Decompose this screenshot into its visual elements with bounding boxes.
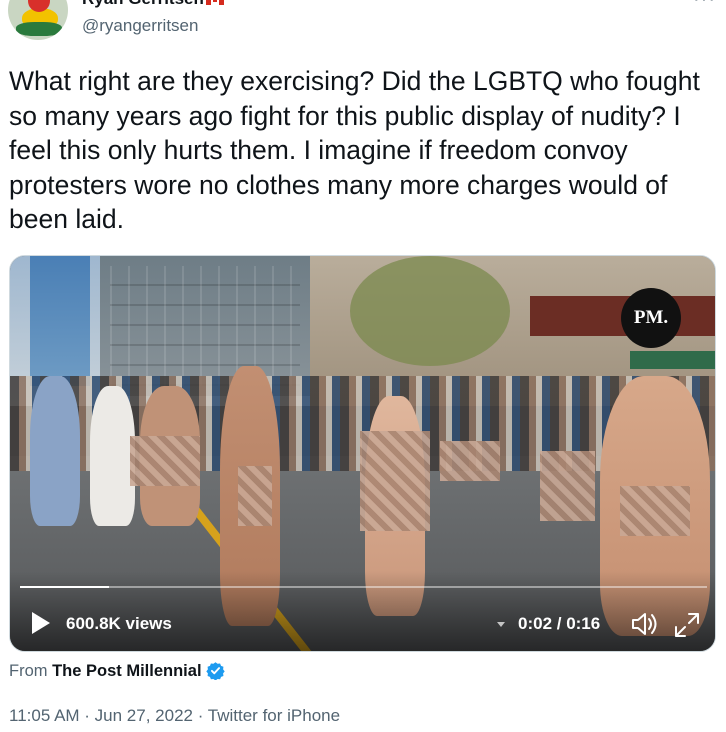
- more-options-icon[interactable]: ···: [693, 0, 716, 11]
- user-handle[interactable]: @ryangerritsen: [82, 16, 198, 36]
- canada-flag-icon: [205, 0, 224, 5]
- video-frame-building: [100, 256, 310, 396]
- pixelation-censor: [360, 431, 430, 531]
- tweet-timestamp[interactable]: 11:05 AM · Jun 27, 2022 · Twitter for iP…: [9, 706, 340, 726]
- video-progress-fill: [20, 586, 110, 588]
- avatar-art: [16, 22, 62, 36]
- tweet-text: What right are they exercising? Did the …: [9, 66, 700, 234]
- video-player[interactable]: PM. 600.8K views 0:02 / 0:16: [9, 255, 716, 652]
- pixelation-censor: [130, 436, 200, 486]
- pixelation-censor: [440, 441, 500, 481]
- tweet-source: From The Post Millennial: [9, 661, 225, 681]
- avatar[interactable]: [8, 0, 68, 40]
- fullscreen-icon[interactable]: [674, 612, 700, 638]
- view-count: 600.8K views: [66, 614, 172, 633]
- tweet-header: Ryan Gerritsen @ryangerritsen ···: [0, 0, 726, 56]
- video-frame-tree: [350, 256, 510, 366]
- pixelation-censor: [540, 451, 595, 521]
- display-name-text: Ryan Gerritsen: [82, 0, 204, 8]
- volume-icon[interactable]: [630, 612, 658, 636]
- video-frame-awning: [630, 351, 715, 369]
- display-name[interactable]: Ryan Gerritsen: [82, 0, 224, 9]
- video-controls-overlay: [10, 571, 715, 651]
- play-icon[interactable]: [32, 612, 50, 634]
- video-frame-building: [30, 256, 90, 386]
- playback-settings-icon[interactable]: [497, 622, 505, 627]
- pixelation-censor: [238, 466, 272, 526]
- video-progress-bar[interactable]: [20, 586, 707, 588]
- post-millennial-logo: PM.: [621, 288, 681, 348]
- video-time: 0:02 / 0:16: [518, 614, 601, 633]
- verified-badge-icon: [205, 662, 225, 680]
- source-prefix: From: [9, 662, 48, 680]
- video-frame-person: [30, 376, 80, 526]
- source-name[interactable]: The Post Millennial: [52, 662, 201, 680]
- video-frame-person: [90, 386, 135, 526]
- pixelation-censor: [620, 486, 690, 536]
